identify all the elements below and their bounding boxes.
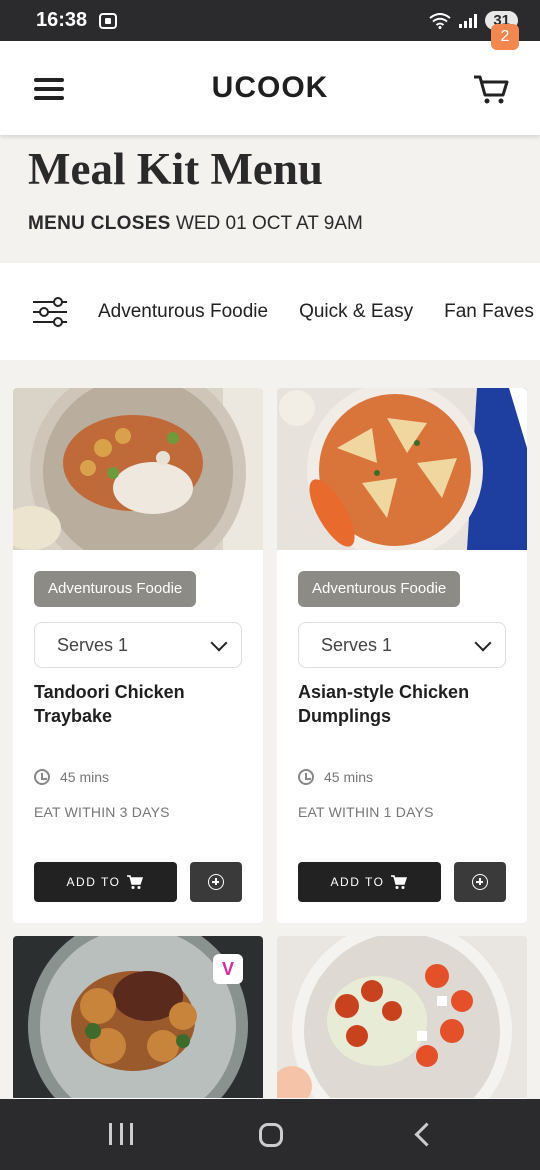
meal-title[interactable]: Asian-style Chicken Dumplings xyxy=(298,680,508,728)
serves-value: Serves 1 xyxy=(321,635,393,655)
home-icon[interactable] xyxy=(259,1123,283,1147)
clock-icon xyxy=(34,769,50,785)
meal-title[interactable]: Tandoori Chicken Traybake xyxy=(34,680,244,728)
add-to-cart-label: ADD TO xyxy=(66,875,121,889)
cart-count-badge[interactable]: 2 xyxy=(491,24,519,50)
meal-image[interactable] xyxy=(277,936,527,1098)
menu-closes-label: MENU CLOSES xyxy=(28,213,171,234)
system-nav-bar xyxy=(0,1099,540,1170)
meal-image[interactable] xyxy=(13,388,263,550)
signal-icon xyxy=(459,13,478,28)
plus-circle-icon xyxy=(208,874,224,890)
back-icon[interactable] xyxy=(414,1122,439,1147)
app-header: UCOOK xyxy=(0,41,540,135)
page-title: Meal Kit Menu xyxy=(28,144,323,194)
add-to-cart-button[interactable]: ADD TO xyxy=(298,862,441,902)
cook-time-value: 45 mins xyxy=(60,769,110,785)
cart-icon[interactable] xyxy=(472,71,512,105)
add-to-cart-label: ADD TO xyxy=(330,875,385,889)
chevron-down-icon xyxy=(210,634,228,652)
wifi-icon xyxy=(429,12,451,29)
recent-apps-icon[interactable] xyxy=(109,1123,133,1145)
status-time: 16:38 xyxy=(36,9,88,31)
filter-icon[interactable] xyxy=(33,296,67,327)
clock-icon xyxy=(298,769,314,785)
menu-closes: MENU CLOSES WED 01 OCT AT 9AM xyxy=(28,213,363,235)
more-options-button[interactable] xyxy=(190,862,242,902)
screenshot-icon xyxy=(99,12,118,29)
eat-within: EAT WITHIN 3 DAYS xyxy=(34,804,170,820)
filter-bar: Adventurous Foodie Quick & Easy Fan Fave… xyxy=(0,263,540,360)
filter-tab-fan-faves[interactable]: Fan Faves xyxy=(444,301,534,323)
menu-closes-value: WED 01 OCT AT 9AM xyxy=(175,213,363,234)
meal-card[interactable]: Adventurous Foodie Serves 1 Tandoori Chi… xyxy=(13,388,263,923)
cook-time-value: 45 mins xyxy=(324,769,374,785)
meal-image[interactable] xyxy=(277,388,527,550)
more-options-button[interactable] xyxy=(454,862,506,902)
cook-time: 45 mins xyxy=(34,769,109,785)
serves-select[interactable]: Serves 1 xyxy=(298,622,506,668)
meal-tag: Adventurous Foodie xyxy=(298,571,461,607)
meal-card[interactable]: Adventurous Foodie Serves 1 Asian-style … xyxy=(277,388,527,923)
chevron-down-icon xyxy=(474,634,492,652)
plus-circle-icon xyxy=(472,874,488,890)
cart-icon xyxy=(127,875,144,889)
filter-tab-quick-easy[interactable]: Quick & Easy xyxy=(299,301,413,323)
meal-tag: Adventurous Foodie xyxy=(34,571,197,607)
cook-time: 45 mins xyxy=(298,769,373,785)
cart-icon xyxy=(391,875,408,889)
serves-select[interactable]: Serves 1 xyxy=(34,622,242,668)
app-logo[interactable]: UCOOK xyxy=(0,71,540,105)
filter-tab-adventurous-foodie[interactable]: Adventurous Foodie xyxy=(98,301,268,323)
status-bar: 16:38 31 xyxy=(0,0,540,41)
add-to-cart-button[interactable]: ADD TO xyxy=(34,862,177,902)
vegetarian-icon: V xyxy=(213,954,243,984)
eat-within: EAT WITHIN 1 DAYS xyxy=(298,804,434,820)
serves-value: Serves 1 xyxy=(57,635,129,655)
